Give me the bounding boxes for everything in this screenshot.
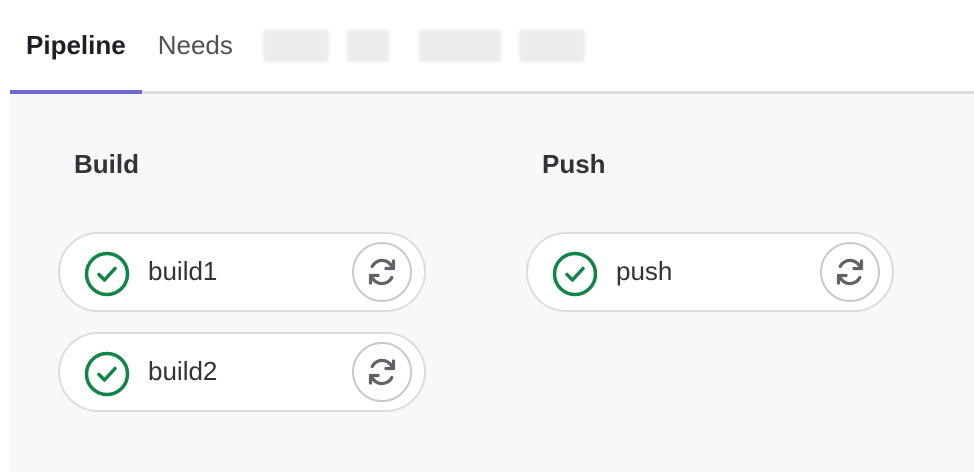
retry-button[interactable]: [352, 242, 412, 302]
check-circle-icon: [84, 351, 130, 397]
redacted-text: [346, 29, 389, 62]
job-build2[interactable]: build2: [58, 332, 426, 412]
tab-needs-label: Needs: [157, 30, 233, 60]
job-name: push: [616, 256, 673, 286]
tab-obscured-2[interactable]: [405, 0, 601, 91]
pipeline-tabs: Pipeline Needs: [10, 0, 974, 94]
tab-obscured-1[interactable]: [249, 0, 405, 91]
retry-icon: [836, 258, 864, 286]
retry-button[interactable]: [820, 242, 880, 302]
stage-title: Push: [542, 149, 606, 179]
retry-icon: [368, 258, 396, 286]
redacted-text: [418, 29, 501, 62]
tab-needs[interactable]: Needs: [142, 0, 249, 91]
job-name: build1: [148, 256, 218, 286]
retry-icon: [368, 358, 396, 386]
job-name: build2: [148, 356, 218, 386]
tab-pipeline[interactable]: Pipeline: [10, 0, 142, 94]
check-circle-icon: [84, 251, 130, 297]
redacted-text: [262, 29, 329, 62]
tab-pipeline-label: Pipeline: [26, 30, 126, 60]
stage-title: Build: [74, 149, 139, 179]
redacted-text: [518, 29, 585, 62]
job-push[interactable]: push: [526, 232, 894, 312]
check-circle-icon: [552, 251, 598, 297]
retry-button[interactable]: [352, 342, 412, 402]
job-build1[interactable]: build1: [58, 232, 426, 312]
pipeline-graph: Build build1 build2 Push push: [10, 94, 974, 472]
